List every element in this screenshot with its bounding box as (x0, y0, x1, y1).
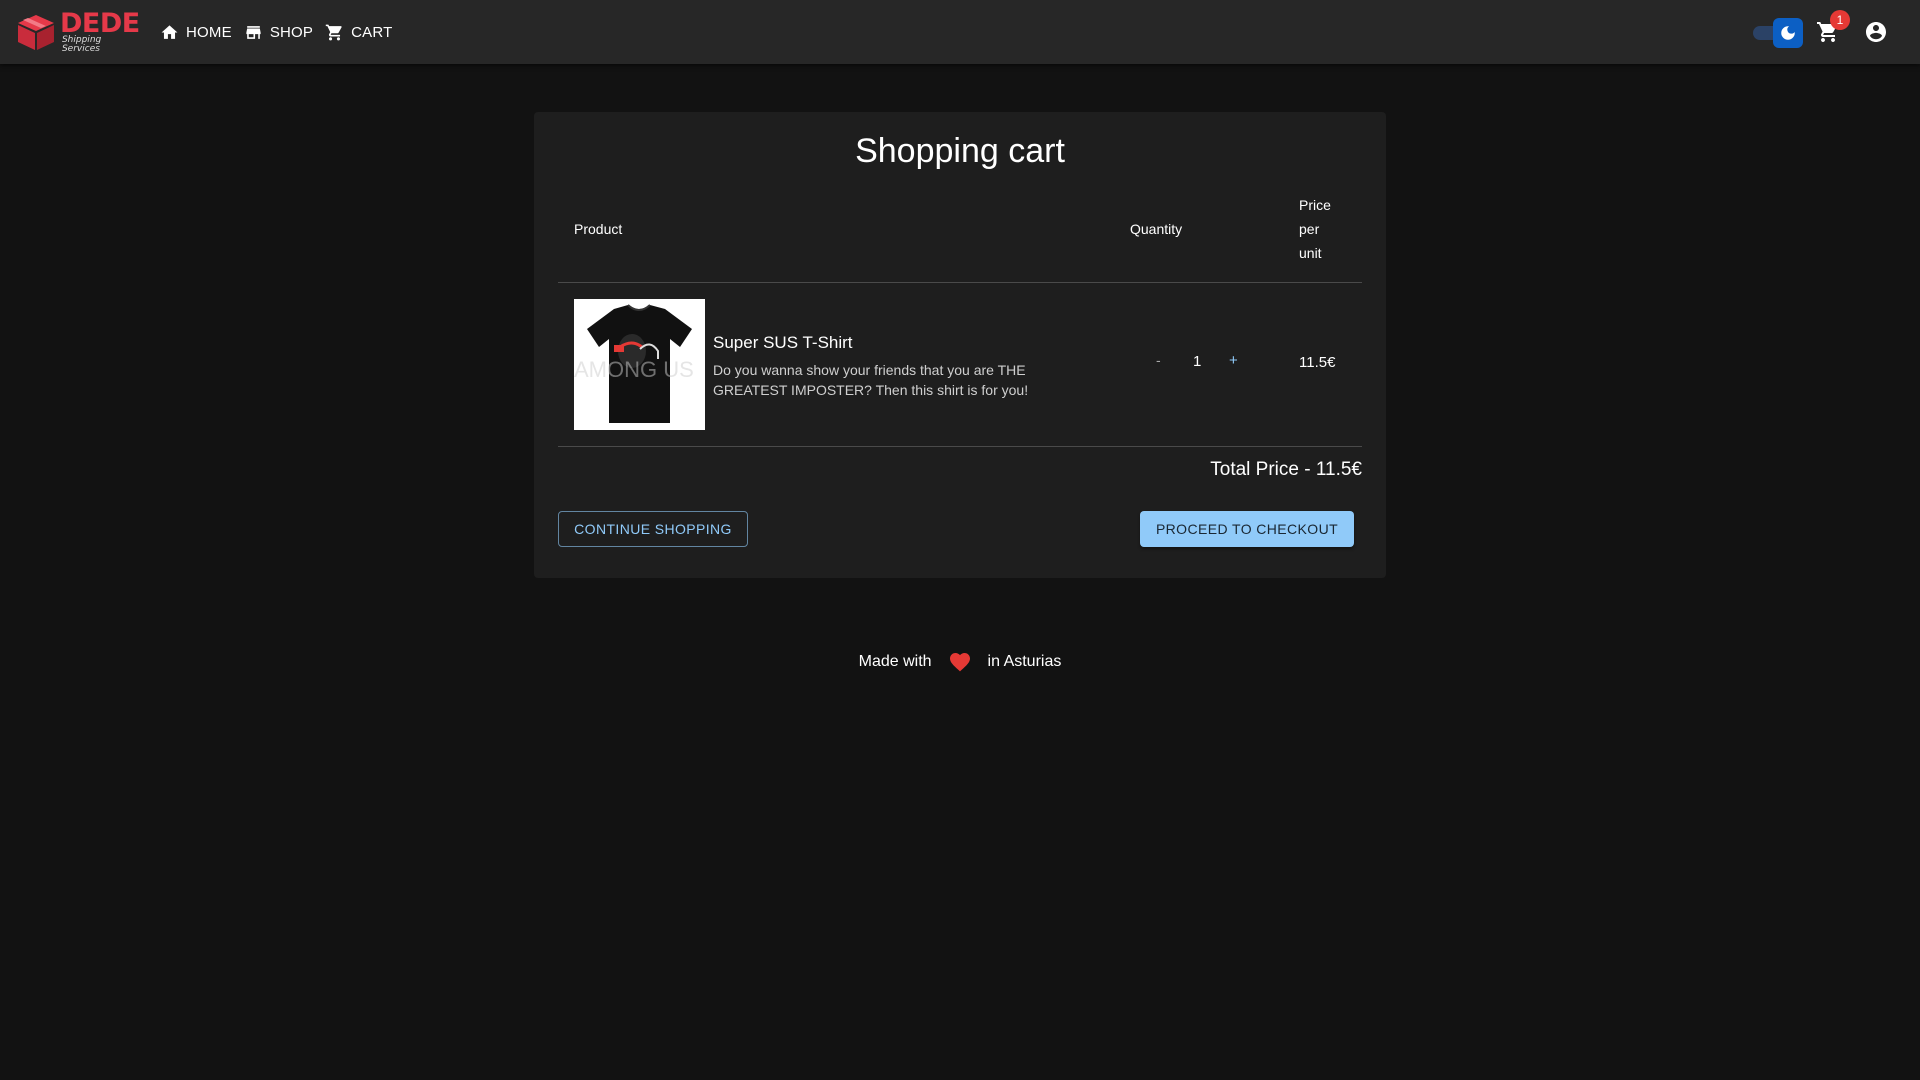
store-icon (246, 25, 261, 39)
continue-shopping-button[interactable]: CONTINUE SHOPPING (558, 511, 748, 547)
product-image[interactable]: AMONG US (574, 299, 705, 430)
svg-text:AMONG US: AMONG US (574, 357, 694, 382)
page-title: Shopping cart (855, 132, 1065, 170)
quantity-increment-button[interactable]: + (1229, 352, 1238, 369)
column-header-quantity: Quantity (1130, 221, 1183, 237)
column-header-price: Price per unit (1299, 197, 1331, 261)
nav-shop[interactable]: SHOP (238, 0, 319, 64)
cart-count-badge: 1 (1830, 10, 1850, 30)
account-circle-icon (1866, 22, 1886, 42)
column-header-product: Product (574, 221, 623, 237)
footer-suffix: in Asturias (987, 653, 1062, 670)
account-button[interactable] (1864, 20, 1890, 46)
quantity-decrement-button[interactable]: - (1156, 352, 1161, 368)
header-divider (558, 282, 1362, 283)
cart-icon (325, 24, 342, 40)
theme-toggle-thumb (1773, 18, 1803, 48)
main-nav: HOME SHOP CART (154, 0, 399, 64)
row-divider (558, 446, 1362, 447)
quantity-value: 1 (1193, 353, 1202, 370)
nav-cart-label: CART (351, 23, 393, 41)
product-name[interactable]: Super SUS T-Shirt (713, 333, 853, 353)
nav-shop-label: SHOP (269, 23, 314, 41)
brand-text: DEDE Shipping Services (60, 10, 142, 54)
app-bar: DEDE Shipping Services HOME SHOP CART 1 (0, 0, 1920, 64)
moon-icon (1781, 26, 1795, 40)
total-price: Total Price - 11.5€ (1210, 459, 1362, 480)
footer: Made with in Asturias (0, 650, 1920, 674)
nav-cart[interactable]: CART (319, 0, 398, 64)
home-icon (161, 24, 178, 39)
brand-logo[interactable]: DEDE Shipping Services (14, 10, 142, 54)
package-logo-icon (17, 15, 54, 50)
theme-toggle[interactable] (1753, 18, 1805, 48)
header-cart-button[interactable]: 1 (1816, 10, 1850, 46)
proceed-to-checkout-button[interactable]: PROCEED TO CHECKOUT (1140, 511, 1354, 547)
heart-icon (949, 653, 970, 672)
brand-name: DEDE (59, 8, 140, 39)
product-description: Do you wanna show your friends that you … (713, 362, 1029, 398)
tshirt-image: AMONG US (574, 299, 705, 430)
unit-price: 11.5€ (1299, 354, 1336, 371)
nav-home[interactable]: HOME (154, 0, 238, 64)
footer-prefix: Made with (858, 653, 932, 670)
nav-home-label: HOME (186, 23, 232, 41)
